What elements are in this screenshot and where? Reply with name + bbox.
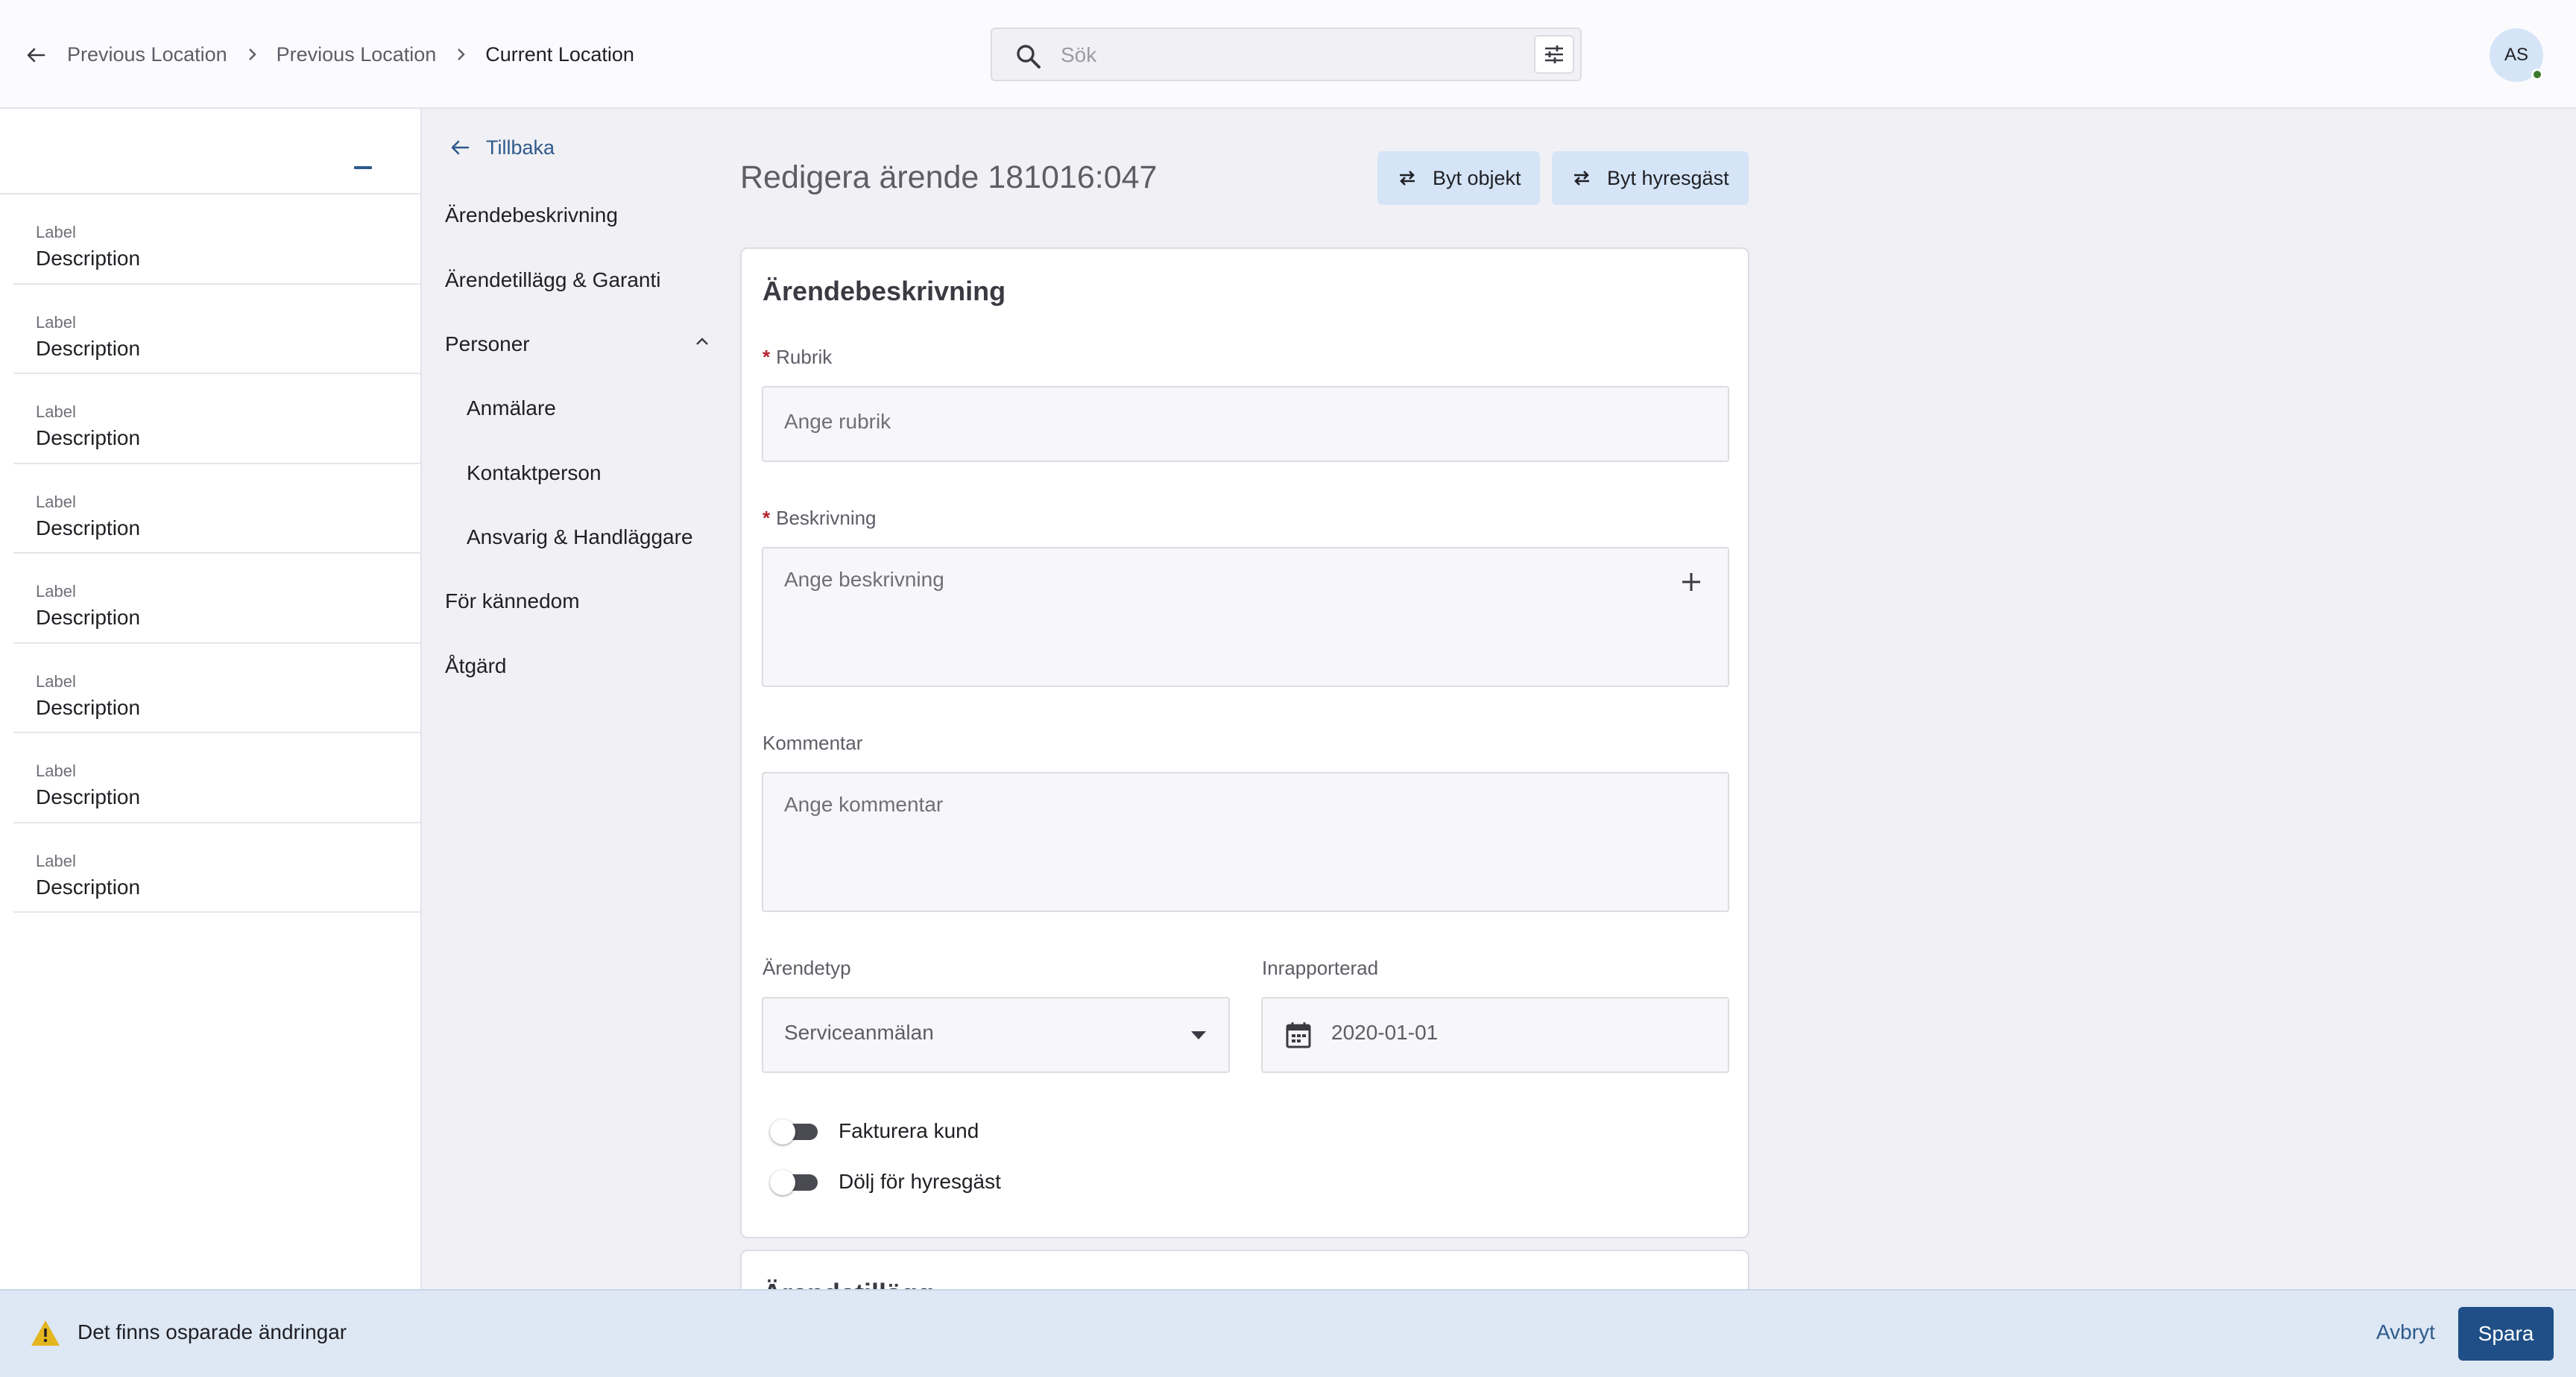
- section-nav: Tillbaka Ärendebeskrivning Ärendetillägg…: [423, 109, 736, 1289]
- required-mark: *: [763, 507, 771, 529]
- nav-item-atgard[interactable]: Åtgärd: [445, 651, 507, 681]
- list-item-description: Description: [36, 695, 141, 719]
- list-item-label: Label: [36, 582, 76, 601]
- list-item[interactable]: Label Description: [13, 733, 422, 823]
- list-item-description: Description: [36, 875, 141, 899]
- list-item-description: Description: [36, 785, 141, 808]
- toggle-switch[interactable]: [770, 1118, 819, 1145]
- beskrivning-label: * Beskrivning: [763, 507, 877, 529]
- plus-icon[interactable]: [1680, 571, 1702, 593]
- toggle-label: Fakturera kund: [839, 1119, 979, 1142]
- list-item-description: Description: [36, 516, 141, 539]
- cancel-button[interactable]: Avbryt: [2376, 1320, 2435, 1344]
- swap-icon: [1397, 168, 1419, 188]
- back-link[interactable]: Tillbaka: [450, 133, 555, 162]
- list-item[interactable]: Label Description: [13, 554, 422, 644]
- caret-down-icon: [1191, 1031, 1206, 1039]
- sliders-icon: [1545, 45, 1563, 63]
- kommentar-input[interactable]: [784, 793, 1708, 890]
- filter-settings-button[interactable]: [1534, 35, 1574, 74]
- list-item-label: Label: [36, 312, 76, 332]
- minus-icon: [354, 166, 372, 169]
- list-item[interactable]: Label Description: [13, 644, 422, 733]
- toggle-label: Dölj för hyresgäst: [839, 1170, 1001, 1193]
- swap-object-button[interactable]: Byt objekt: [1377, 151, 1540, 205]
- list-item-label: Label: [36, 762, 76, 780]
- search-bar: [991, 28, 1582, 81]
- toggle-fakturera-kund[interactable]: Fakturera kund: [770, 1116, 979, 1146]
- nav-item-kontaktperson[interactable]: Kontaktperson: [467, 458, 602, 488]
- rubrik-field: [762, 386, 1729, 462]
- inrapporterad-value: 2020-01-01: [1331, 1021, 1439, 1044]
- nav-item-personer[interactable]: Personer: [445, 329, 530, 359]
- list-item[interactable]: Label Description: [13, 464, 422, 554]
- online-status-dot: [2531, 69, 2543, 80]
- search-icon: [1014, 42, 1043, 71]
- nav-item-arendetillagg-garanti[interactable]: Ärendetillägg & Garanti: [445, 265, 661, 295]
- rubrik-input[interactable]: [784, 407, 1708, 437]
- back-link-label: Tillbaka: [486, 136, 555, 159]
- breadcrumb-item[interactable]: Previous Location: [277, 43, 437, 66]
- rubrik-label: * Rubrik: [763, 346, 833, 368]
- required-mark: *: [763, 346, 771, 368]
- arendetyp-select[interactable]: Serviceanmälan: [762, 997, 1230, 1073]
- inrapporterad-label: Inrapporterad: [1262, 957, 1379, 979]
- list-item[interactable]: Label Description: [13, 823, 422, 913]
- left-list: Label Description Label Description Label D…: [13, 194, 422, 913]
- beskrivning-input[interactable]: [784, 568, 1649, 665]
- list-item[interactable]: Label Description: [13, 374, 422, 464]
- list-item-label: Label: [36, 851, 76, 870]
- breadcrumb: Previous Location Previous Location Curr…: [67, 37, 634, 72]
- swap-tenant-button[interactable]: Byt hyresgäst: [1552, 151, 1749, 205]
- chevron-up-icon[interactable]: [693, 334, 711, 349]
- unsaved-message: Det finns osparade ändringar: [78, 1320, 347, 1343]
- save-button[interactable]: Spara: [2458, 1307, 2554, 1361]
- list-item-label: Label: [36, 671, 76, 691]
- warning-icon: [30, 1319, 61, 1347]
- chevron-right-icon: [247, 47, 257, 62]
- calendar-icon[interactable]: [1285, 1021, 1312, 1049]
- arendetyp-value: Serviceanmälan: [784, 1021, 934, 1044]
- nav-item-for-kannedom[interactable]: För kännedom: [445, 586, 580, 616]
- unsaved-changes-bar: Det finns osparade ändringar Avbryt Spar…: [0, 1289, 2576, 1377]
- toggle-dolj-for-hyresgast[interactable]: Dölj för hyresgäst: [770, 1167, 1001, 1197]
- toggle-switch[interactable]: [770, 1168, 819, 1195]
- breadcrumb-item[interactable]: Previous Location: [67, 43, 227, 66]
- list-item-description: Description: [36, 606, 141, 629]
- nav-item-ansvarig-handlaggare[interactable]: Ansvarig & Handläggare: [467, 522, 693, 552]
- form-card: Ärendebeskrivning *Rubrik *Beskrivning K…: [740, 247, 1749, 1238]
- list-item-description: Description: [36, 426, 141, 449]
- collapse-panel-button[interactable]: [350, 156, 376, 179]
- search-input[interactable]: [1061, 38, 1508, 72]
- avatar[interactable]: AS: [2490, 28, 2543, 82]
- top-bar: Previous Location Previous Location Curr…: [0, 0, 2576, 109]
- avatar-initials: AS: [2504, 45, 2528, 65]
- list-item-label: Label: [36, 402, 76, 421]
- kommentar-field: [762, 772, 1729, 912]
- list-item[interactable]: Label Description: [13, 285, 422, 374]
- left-panel: Label Description Label Description Label D…: [0, 109, 422, 1289]
- list-item-label: Label: [36, 223, 76, 241]
- swap-icon: [1571, 168, 1594, 188]
- back-arrow-icon[interactable]: [22, 42, 49, 69]
- chevron-right-icon: [455, 47, 466, 62]
- list-item[interactable]: Label Description: [13, 194, 422, 285]
- swap-tenant-label: Byt hyresgäst: [1607, 166, 1729, 189]
- arendetyp-label: Ärendetyp: [763, 957, 851, 979]
- nav-item-arendebeskrivning[interactable]: Ärendebeskrivning: [445, 200, 618, 230]
- arrow-left-icon: [450, 136, 476, 159]
- inrapporterad-date-field[interactable]: 2020-01-01: [1261, 997, 1729, 1073]
- beskrivning-field: [762, 547, 1729, 687]
- section-title: Ärendebeskrivning: [763, 276, 1006, 306]
- nav-item-anmalare[interactable]: Anmälare: [467, 393, 556, 423]
- list-item-label: Label: [36, 492, 76, 511]
- breadcrumb-current: Current Location: [485, 42, 634, 66]
- swap-object-label: Byt objekt: [1433, 166, 1521, 189]
- page-title: Redigera ärende 181016:047: [740, 159, 1158, 195]
- kommentar-label: Kommentar: [763, 732, 863, 754]
- list-item-description: Description: [36, 336, 141, 360]
- list-item-description: Description: [36, 247, 141, 270]
